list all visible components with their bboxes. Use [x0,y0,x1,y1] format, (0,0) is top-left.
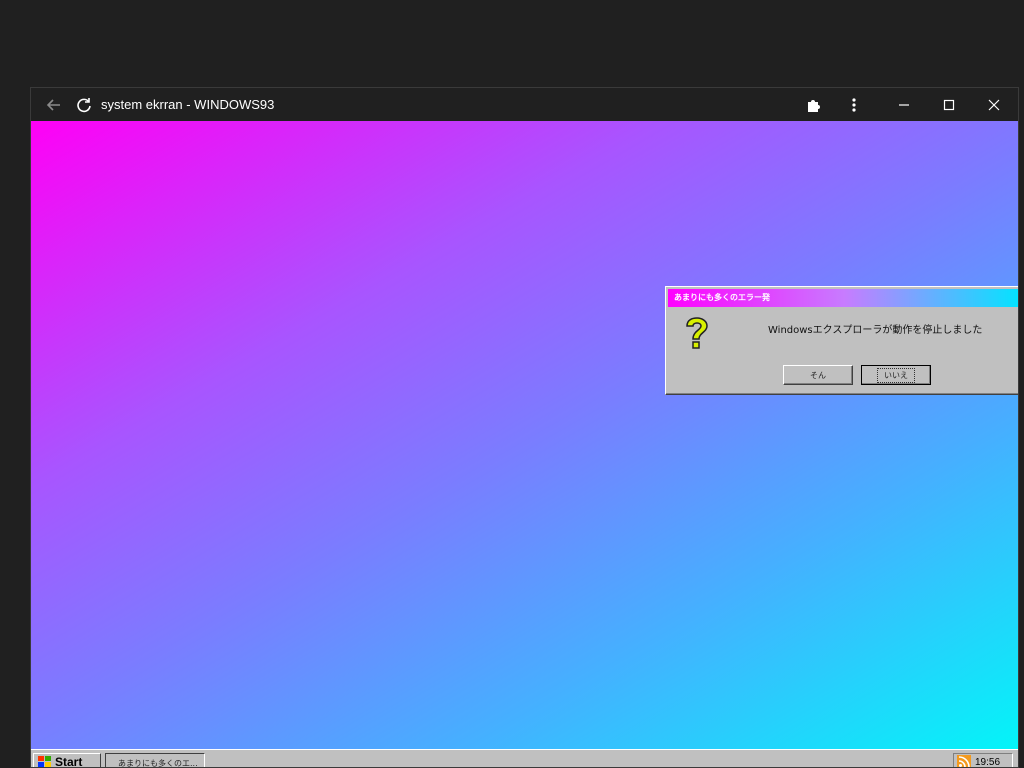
extensions-button[interactable] [799,88,829,121]
desktop-viewport[interactable]: あまりにも多くのエラー発 Windowsエクスプローラが動作を停止しました そん… [31,121,1018,767]
yes-button[interactable]: そん [783,365,853,385]
windows-logo-icon [38,756,51,767]
puzzle-icon [808,99,820,112]
rss-icon[interactable] [957,755,971,767]
app-titlebar: system ekrran - WINDOWS93 [31,88,1018,121]
minimize-button[interactable] [889,88,919,121]
error-dialog: あまりにも多くのエラー発 Windowsエクスプローラが動作を停止しました そん… [665,286,1018,395]
dialog-message: Windowsエクスプローラが動作を停止しました [768,325,983,336]
taskbar-item-label: あまりにも多くのエ... [118,759,198,767]
maximize-button[interactable] [934,88,964,121]
start-label: Start [55,755,83,767]
yes-button-label: そん [810,370,826,380]
dialog-title[interactable]: あまりにも多くのエラー発 [668,289,1018,307]
taskbar-item-error-dialog[interactable]: あまりにも多くのエ... [105,753,205,767]
more-menu-button[interactable] [839,88,869,121]
question-mark-icon [686,317,708,349]
minimize-icon [899,103,909,106]
back-button[interactable] [39,88,69,121]
start-button[interactable]: Start [33,753,101,767]
no-button[interactable]: いいえ [861,365,931,385]
more-vertical-icon [852,97,856,112]
no-button-label: いいえ [877,367,915,383]
reload-button[interactable] [71,88,97,121]
arrow-left-icon [46,98,60,111]
reload-icon [77,97,91,112]
clock: 19:56 [975,756,1001,768]
maximize-icon [943,99,955,110]
window-title: system ekrran - WINDOWS93 [101,97,275,112]
browser-app-window: system ekrran - WINDOWS93 あまりにも多くのエラー発 W… [30,87,1019,768]
system-tray: 19:56 [953,753,1013,767]
close-button[interactable] [979,88,1009,121]
close-icon [988,99,1000,110]
taskbar: Start あまりにも多くのエ... 19:56 [31,749,1018,767]
